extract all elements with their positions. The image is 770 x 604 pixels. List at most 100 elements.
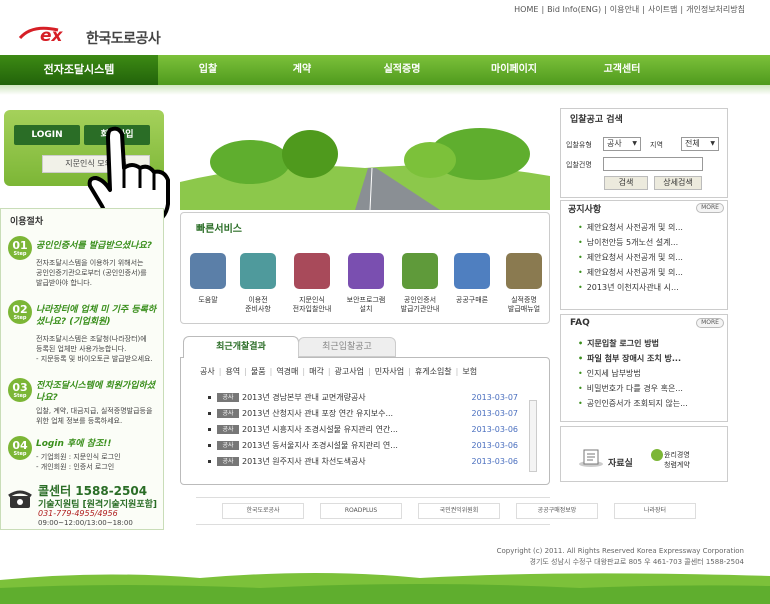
- integrity-contract-link[interactable]: 청렴계약: [664, 460, 690, 470]
- region-label: 지역: [650, 141, 663, 149]
- bid-row[interactable]: 공사 2013년 산청지사 관내 포장 연간 유지보수... 2013-03-07: [208, 408, 518, 420]
- notice-item[interactable]: 2013년 이천지사관내 시...: [578, 282, 724, 294]
- quick-label-line: 공인인증서: [403, 296, 437, 304]
- bid-name-input[interactable]: [603, 157, 703, 171]
- tab-recent-bid-results[interactable]: 최근개찰결과: [183, 336, 299, 358]
- partner-roadplus-logo[interactable]: ROADPLUS: [320, 503, 402, 519]
- utility-link-privacy[interactable]: 개인정보처리방침: [686, 5, 745, 14]
- partner-acrc-logo[interactable]: 국민권익위원회: [418, 503, 500, 519]
- quick-label-line: 준비사항: [245, 305, 271, 313]
- step-desc-03: 입찰, 계약, 대금지급, 실적증명발급등을 위한 업체 정보를 등록하세요.: [36, 406, 152, 426]
- performance-manual-icon[interactable]: [506, 253, 542, 289]
- step-desc-01: 전자조달시스템을 이용하기 위해서는 공인인증기관으로부터 (공인인증서)를 발…: [36, 258, 147, 288]
- faq-item[interactable]: 비밀번호가 다를 경우 혹은...: [578, 383, 724, 395]
- region-select[interactable]: 전체: [681, 137, 719, 151]
- bid-row[interactable]: 공사 2013년 경남본부 관내 교면개량공사 2013-03-07: [208, 392, 518, 404]
- bid-title[interactable]: 2013년 경남본부 관내 교면개량공사: [242, 393, 366, 402]
- nav-item-bid[interactable]: 입찰: [168, 55, 248, 85]
- quick-label-security-program: 보안프로그램 설치: [336, 296, 396, 314]
- data-room-label[interactable]: 자료실: [608, 456, 633, 469]
- bid-name-label: 입찰건명: [566, 161, 592, 169]
- faq-item[interactable]: 파일 첨부 장애시 조치 방...: [578, 353, 724, 365]
- category-advertising[interactable]: 광고사업: [335, 367, 364, 376]
- step-word: Step: [13, 393, 27, 399]
- utility-link-guide[interactable]: 이용안내: [610, 5, 639, 14]
- bid-title[interactable]: 2013년 동서울지사 조경시설물 유지관리 연...: [242, 441, 398, 450]
- bullet-icon: [208, 460, 211, 463]
- nav-home-ebid[interactable]: 전자조달시스템: [0, 55, 158, 85]
- nav-item-performance[interactable]: 실적증명: [362, 55, 442, 85]
- step-desc-line: 전자조달시스템을 이용하기 위해서는: [36, 259, 144, 267]
- partner-naraj-logo[interactable]: 나라장터: [614, 503, 696, 519]
- quick-label-fingerprint-bid: 지문인식 전자입찰안내: [282, 296, 342, 314]
- bid-row[interactable]: 공사 2013년 원주지사 관내 차선도색공사 2013-03-06: [208, 456, 518, 468]
- bid-title[interactable]: 2013년 산청지사 관내 포장 연간 유지보수...: [242, 409, 393, 418]
- bid-type-badge: 공사: [217, 425, 239, 434]
- notice-more-button[interactable]: MORE: [696, 203, 724, 213]
- partner-public-purchase-logo[interactable]: 공공구매정보망: [516, 503, 598, 519]
- notice-item[interactable]: 제안요청서 사전공개 및 의...: [578, 222, 724, 234]
- bid-list-scrollbar[interactable]: [529, 400, 537, 472]
- utility-link-home[interactable]: HOME: [514, 5, 538, 14]
- preparation-icon[interactable]: [240, 253, 276, 289]
- notice-item[interactable]: 제안요청서 사전공개 및 의...: [578, 267, 724, 279]
- search-button[interactable]: 검색: [604, 176, 648, 190]
- highway-banner-image: [180, 110, 550, 210]
- bid-row[interactable]: 공사 2013년 시흥지사 조경시설물 유지관리 연간... 2013-03-06: [208, 424, 518, 436]
- utility-link-bid-info[interactable]: Bid Info(ENG): [547, 5, 601, 14]
- help-icon[interactable]: [190, 253, 226, 289]
- tech-support-hours: 09:00~12:00/13:00~18:00: [38, 519, 133, 527]
- faq-more-button[interactable]: MORE: [696, 318, 724, 328]
- nav-item-contract[interactable]: 계약: [262, 55, 342, 85]
- notice-item[interactable]: 남이천안등 5개노선 설계...: [578, 237, 724, 249]
- step-desc-line: - 지문등록 및 바이오토큰 발급받으세요.: [36, 355, 153, 363]
- category-goods[interactable]: 물품: [251, 367, 266, 376]
- category-service[interactable]: 용역: [225, 367, 240, 376]
- copyright-text: Copyright (c) 2011. All Rights Reserved …: [496, 547, 744, 555]
- ethics-management-link[interactable]: 윤리경영: [664, 450, 690, 460]
- step-word: Step: [13, 251, 27, 257]
- category-construction[interactable]: 공사: [200, 367, 215, 376]
- bid-type-label: 입찰유형: [566, 141, 592, 149]
- quick-service-title: 빠른서비스: [196, 224, 242, 235]
- nav-item-customer-center[interactable]: 고객센터: [582, 55, 662, 85]
- bid-title[interactable]: 2013년 원주지사 관내 차선도색공사: [242, 457, 366, 466]
- quick-label-line: 발급기관안내: [400, 305, 440, 313]
- nav-item-mypage[interactable]: 마이페이지: [474, 55, 554, 85]
- fingerprint-bid-icon[interactable]: [294, 253, 330, 289]
- bid-row[interactable]: 공사 2013년 동서울지사 조경시설물 유지관리 연... 2013-03-06: [208, 440, 518, 452]
- logo-icon[interactable]: ex: [18, 22, 80, 46]
- utility-link-sitemap[interactable]: 사이트맵: [648, 5, 677, 14]
- utility-nav: HOME | Bid Info(ENG) | 이용안내 | 사이트맵 | 개인정보처리방침: [514, 5, 745, 14]
- bullet-icon: [208, 396, 211, 399]
- bid-type-select[interactable]: 공사: [603, 137, 641, 151]
- public-purchase-icon[interactable]: [454, 253, 490, 289]
- login-button[interactable]: LOGIN: [14, 125, 80, 145]
- main-nav: 전자조달시스템 입찰 계약 실적증명 마이페이지 고객센터: [0, 55, 770, 85]
- notice-item[interactable]: 제안요청서 사전공개 및 의...: [578, 252, 724, 264]
- category-reverse-auction[interactable]: 역경매: [276, 367, 298, 376]
- usage-steps-title: 이용절차: [10, 217, 44, 227]
- notice-title: 공지사항: [568, 205, 602, 215]
- partner-ex-logo[interactable]: 한국도로공사: [222, 503, 304, 519]
- category-insurance[interactable]: 보험: [462, 367, 477, 376]
- bid-title[interactable]: 2013년 시흥지사 조경시설물 유지관리 연간...: [242, 425, 398, 434]
- step-word: Step: [13, 451, 27, 457]
- detail-search-button[interactable]: 상세검색: [654, 176, 702, 190]
- faq-item[interactable]: 인지세 납부방법: [578, 368, 724, 380]
- category-sale[interactable]: 매각: [309, 367, 324, 376]
- phone-icon: [8, 490, 32, 508]
- data-room-icon[interactable]: [578, 446, 604, 468]
- bid-date: 2013-03-07: [471, 409, 519, 418]
- tab-recent-bid-notices[interactable]: 최근입찰공고: [298, 337, 396, 357]
- quick-label-performance-manual: 실적증명 발급매뉴얼: [494, 296, 554, 314]
- category-rest-area[interactable]: 휴게소입찰: [415, 367, 452, 376]
- step-title-02: 나라장터에 업체 미 기주 등록하셨나요? (기업회원): [36, 305, 157, 327]
- faq-item[interactable]: 지문입찰 로그인 방법: [578, 338, 724, 350]
- certificate-issuer-icon[interactable]: [402, 253, 438, 289]
- faq-item[interactable]: 공인인증서가 조회되지 않는...: [578, 398, 724, 410]
- category-private-investment[interactable]: 민자사업: [375, 367, 404, 376]
- nav-shadow: [0, 85, 770, 95]
- bid-category-filter: 공사 | 용역 | 물품 | 역경매 | 매각 | 광고사업 | 민자사업 | 휴게소입찰 | 보험: [200, 367, 478, 376]
- security-program-icon[interactable]: [348, 253, 384, 289]
